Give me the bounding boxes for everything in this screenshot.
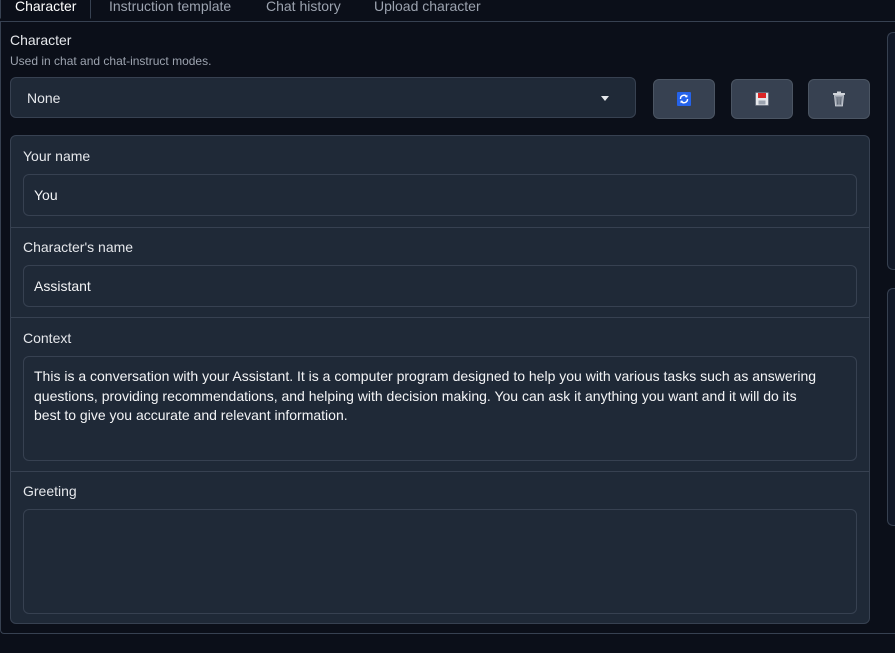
your-name-input[interactable]: You [23, 174, 857, 216]
right-panel-edge-lower [887, 288, 895, 526]
character-form: Your name You Character's name Assistant… [10, 135, 870, 624]
trash-icon [833, 91, 845, 107]
greeting-textarea[interactable] [23, 509, 857, 614]
your-name-block: Your name You [11, 136, 869, 227]
right-panel-edge [887, 32, 895, 270]
character-name-input[interactable]: Assistant [23, 265, 857, 307]
refresh-button[interactable] [653, 79, 715, 119]
character-dropdown-value: None [27, 90, 61, 106]
tab-upload-character[interactable]: Upload character [374, 0, 481, 20]
save-button[interactable] [731, 79, 793, 119]
greeting-block: Greeting [11, 471, 869, 623]
tab-character[interactable]: Character [0, 0, 92, 19]
character-label: Character [10, 32, 72, 48]
greeting-label: Greeting [23, 483, 77, 499]
context-label: Context [23, 330, 72, 346]
tab-chat-history[interactable]: Chat history [266, 0, 341, 20]
context-block: Context This is a conversation with your… [11, 317, 869, 471]
character-info: Used in chat and chat-instruct modes. [10, 54, 212, 68]
refresh-icon [677, 92, 691, 106]
tab-bar: Character Instruction template Chat hist… [0, 0, 895, 22]
delete-button[interactable] [808, 79, 870, 119]
character-name-block: Character's name Assistant [11, 227, 869, 317]
character-name-label: Character's name [23, 239, 134, 255]
context-textarea[interactable]: This is a conversation with your Assista… [23, 356, 857, 461]
character-dropdown[interactable]: None [10, 77, 636, 118]
your-name-label: Your name [23, 148, 91, 164]
tab-instruction-template[interactable]: Instruction template [109, 0, 231, 20]
chevron-down-icon [601, 96, 609, 101]
floppy-disk-icon [755, 92, 769, 106]
